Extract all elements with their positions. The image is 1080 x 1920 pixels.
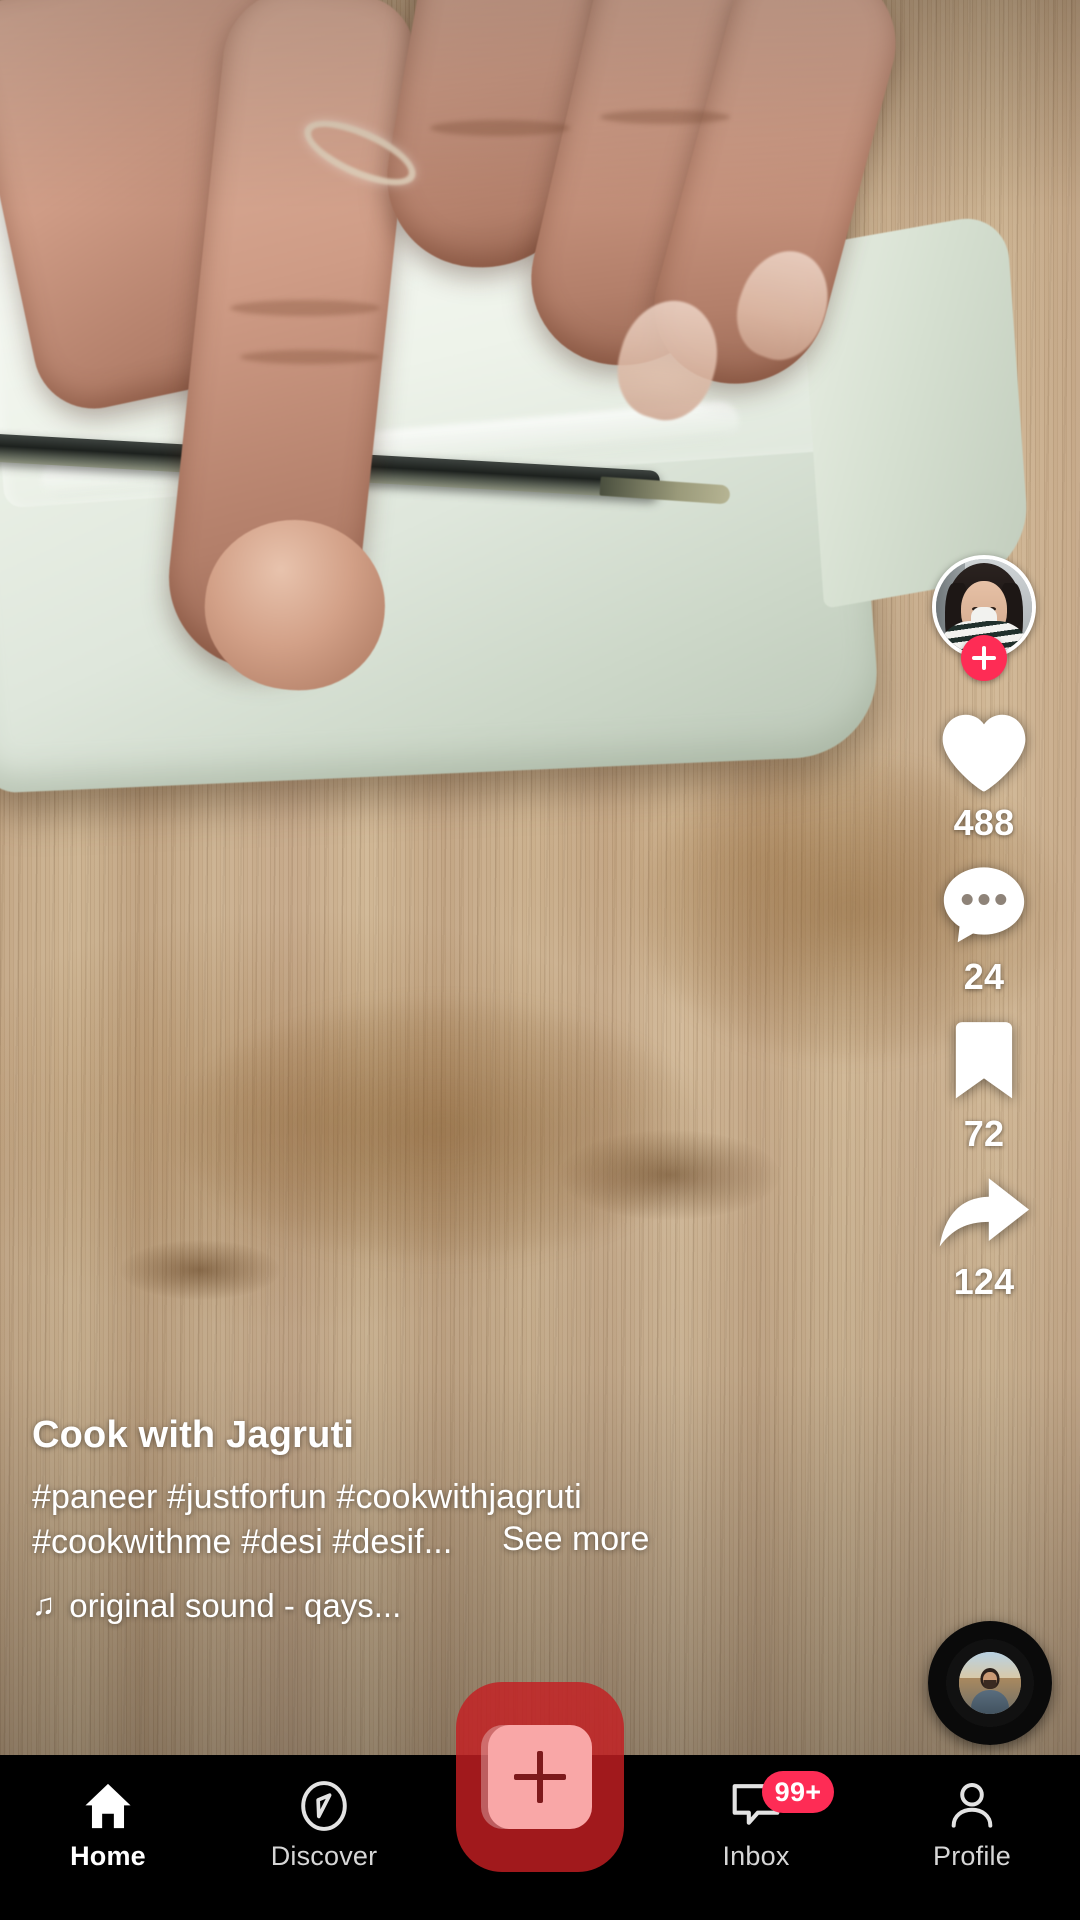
knuckle-crease — [230, 300, 380, 316]
inbox-unread-badge: 99+ — [762, 1771, 834, 1813]
music-disc-button[interactable] — [928, 1621, 1052, 1745]
music-title: original sound - qays... — [69, 1587, 402, 1624]
share-button[interactable]: 124 — [936, 1174, 1032, 1302]
share-count: 124 — [953, 1261, 1015, 1303]
nav-item-discover[interactable]: Discover — [216, 1781, 432, 1891]
music-disc[interactable] — [928, 1621, 1052, 1745]
home-icon — [82, 1781, 134, 1831]
action-rail: 488 24 72 124 — [904, 555, 1064, 1323]
music-note-icon: ♫ — [32, 1587, 56, 1622]
nav-label-inbox: Inbox — [722, 1841, 790, 1871]
nav-item-home[interactable]: Home — [0, 1781, 216, 1891]
comment-count: 24 — [963, 956, 1005, 998]
moisture-stain — [180, 1000, 700, 1260]
nav-label-profile: Profile — [933, 1841, 1011, 1871]
like-button[interactable]: 488 — [939, 711, 1029, 843]
wood-knot — [120, 1240, 280, 1300]
compass-icon — [298, 1781, 350, 1831]
heart-icon — [939, 711, 1029, 798]
comment-button[interactable]: 24 — [940, 863, 1028, 997]
knuckle-crease — [430, 120, 570, 136]
create-video-button[interactable] — [456, 1682, 624, 1872]
follow-button[interactable] — [961, 635, 1007, 681]
nav-label-home: Home — [70, 1841, 146, 1871]
comment-icon — [940, 863, 1028, 952]
bookmark-count: 72 — [963, 1112, 1005, 1154]
person-icon — [947, 1781, 997, 1831]
music-title-row[interactable]: ♫ original sound - qays... — [32, 1587, 692, 1625]
music-disc-cover — [959, 1652, 1021, 1714]
nav-item-inbox[interactable]: 99+ Inbox — [648, 1771, 864, 1891]
description-wrap: #paneer #justforfun #cookwithjagruti #co… — [32, 1475, 692, 1565]
author-username[interactable]: Cook with Jagruti — [32, 1414, 692, 1457]
author-avatar-button[interactable] — [932, 555, 1036, 681]
nav-label-discover: Discover — [270, 1841, 378, 1871]
knuckle-crease — [600, 110, 730, 124]
see-more-button[interactable]: See more — [502, 1520, 649, 1559]
create-button-inner — [488, 1725, 592, 1829]
bookmark-button[interactable]: 72 — [947, 1018, 1021, 1154]
plus-icon — [514, 1751, 566, 1803]
like-count: 488 — [953, 802, 1015, 843]
bookmark-icon — [947, 1018, 1021, 1109]
disc-cover-person-beard — [983, 1680, 997, 1689]
knuckle-crease — [240, 350, 380, 364]
share-icon — [936, 1174, 1032, 1257]
nav-item-profile[interactable]: Profile — [864, 1781, 1080, 1891]
video-caption-block: Cook with Jagruti #paneer #justforfun #c… — [32, 1414, 692, 1625]
tiktok-video-screen: 488 24 72 124 Cook with Jagruti #paneer … — [0, 0, 1080, 1920]
